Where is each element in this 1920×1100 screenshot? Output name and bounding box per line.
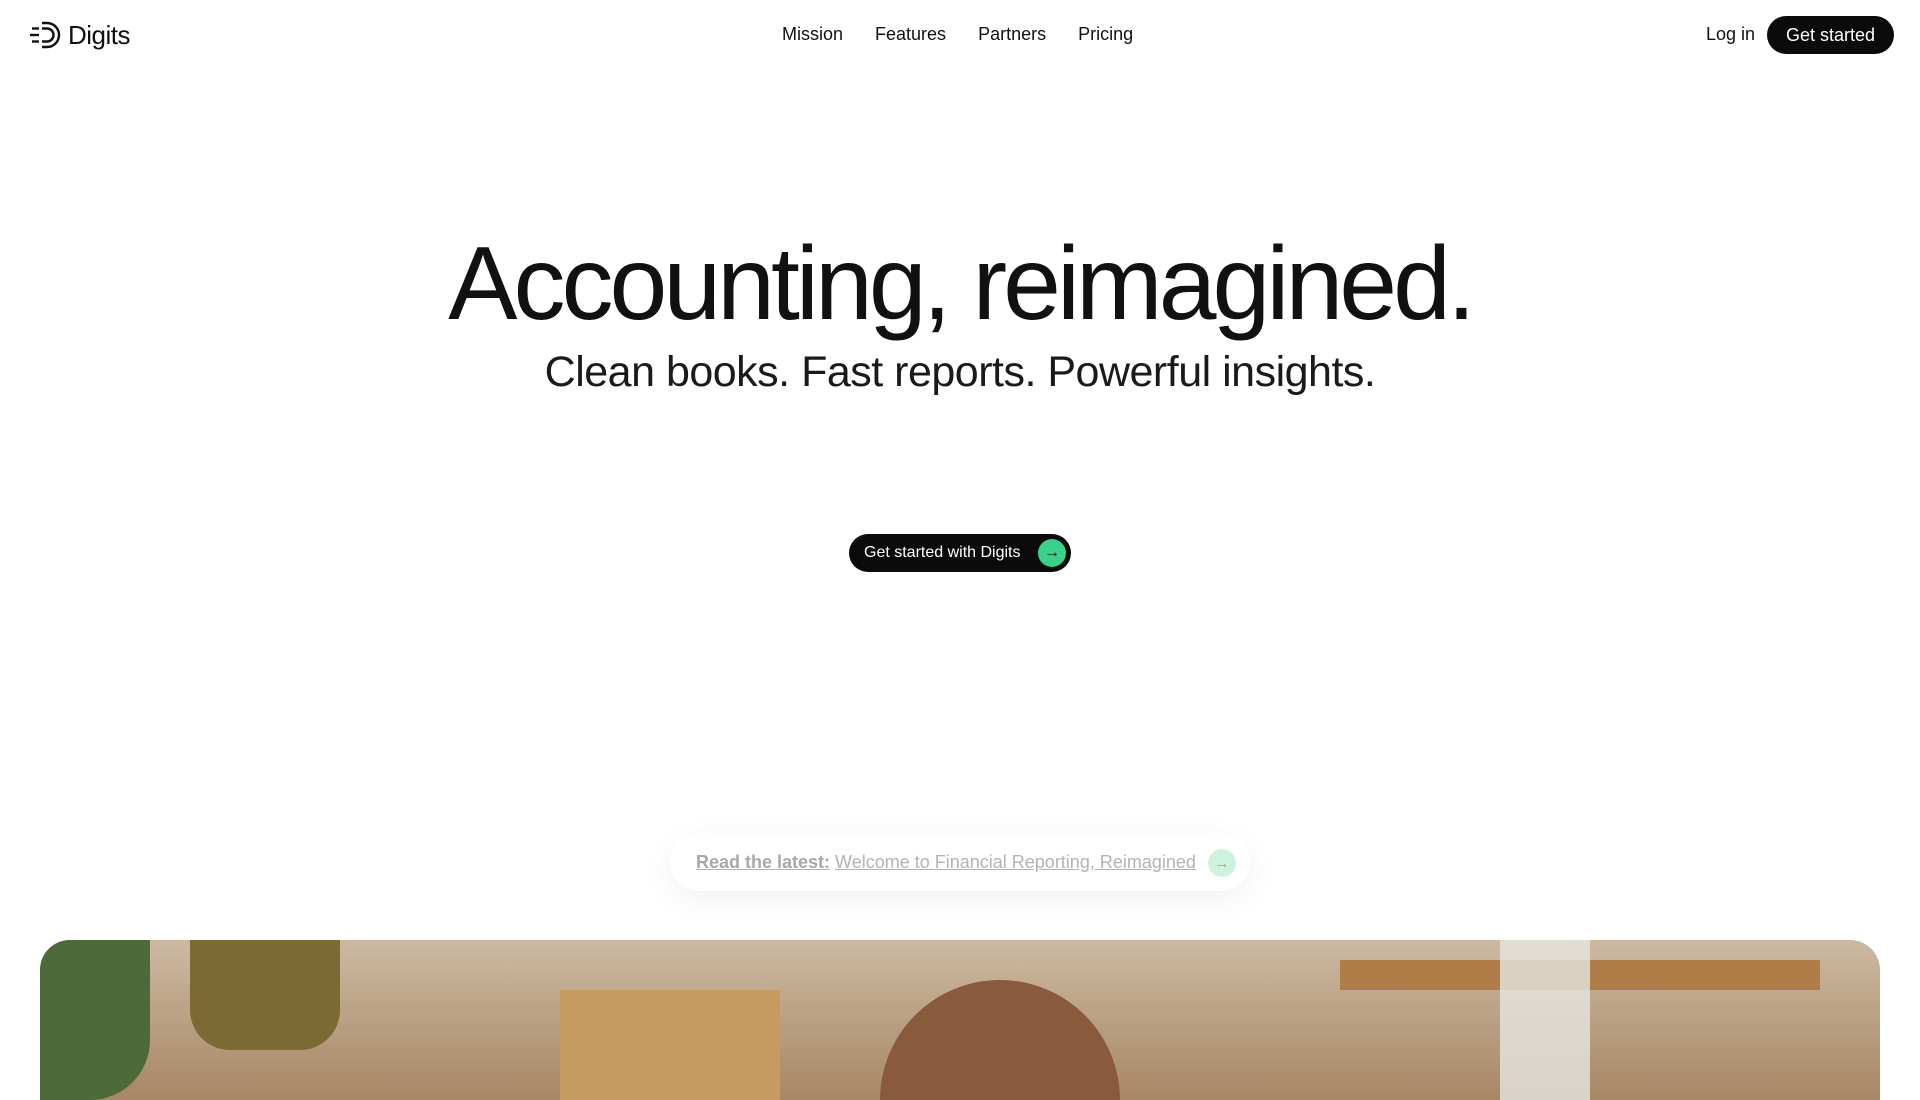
hero-get-started-button[interactable]: Get started with Digits →	[849, 534, 1071, 572]
latest-text: Welcome to Financial Reporting, Reimagin…	[835, 851, 1196, 872]
login-link[interactable]: Log in	[1706, 24, 1755, 45]
logo-text: Digits	[68, 19, 131, 50]
photo-person-hair	[880, 980, 1120, 1100]
site-header: Digits Mission Features Partners Pricing…	[0, 0, 1920, 70]
nav-pricing[interactable]: Pricing	[1078, 24, 1133, 45]
photo-bag	[1500, 940, 1590, 1100]
get-started-button[interactable]: Get started	[1767, 16, 1894, 54]
main-nav: Mission Features Partners Pricing	[782, 24, 1133, 45]
logo[interactable]: Digits	[30, 18, 131, 52]
hero-cta-label: Get started with Digits	[864, 544, 1021, 561]
hero-title: Accounting, reimagined.	[448, 226, 1476, 342]
photo-jacket	[190, 940, 340, 1050]
nav-mission[interactable]: Mission	[782, 24, 843, 45]
photo-plant	[40, 940, 150, 1100]
arrow-right-icon: →	[1208, 849, 1236, 877]
hero-photo	[40, 940, 1880, 1100]
hero-subtitle: Clean books. Fast reports. Powerful insi…	[544, 348, 1376, 396]
latest-label: Read the latest:	[696, 851, 831, 872]
latest-news-link[interactable]: Read the latest: Welcome to Financial Re…	[670, 833, 1250, 891]
arrow-right-icon: →	[1038, 539, 1066, 567]
digits-logo-icon	[30, 21, 61, 49]
photo-chair	[560, 990, 780, 1100]
nav-features[interactable]: Features	[875, 24, 946, 45]
nav-partners[interactable]: Partners	[978, 24, 1046, 45]
